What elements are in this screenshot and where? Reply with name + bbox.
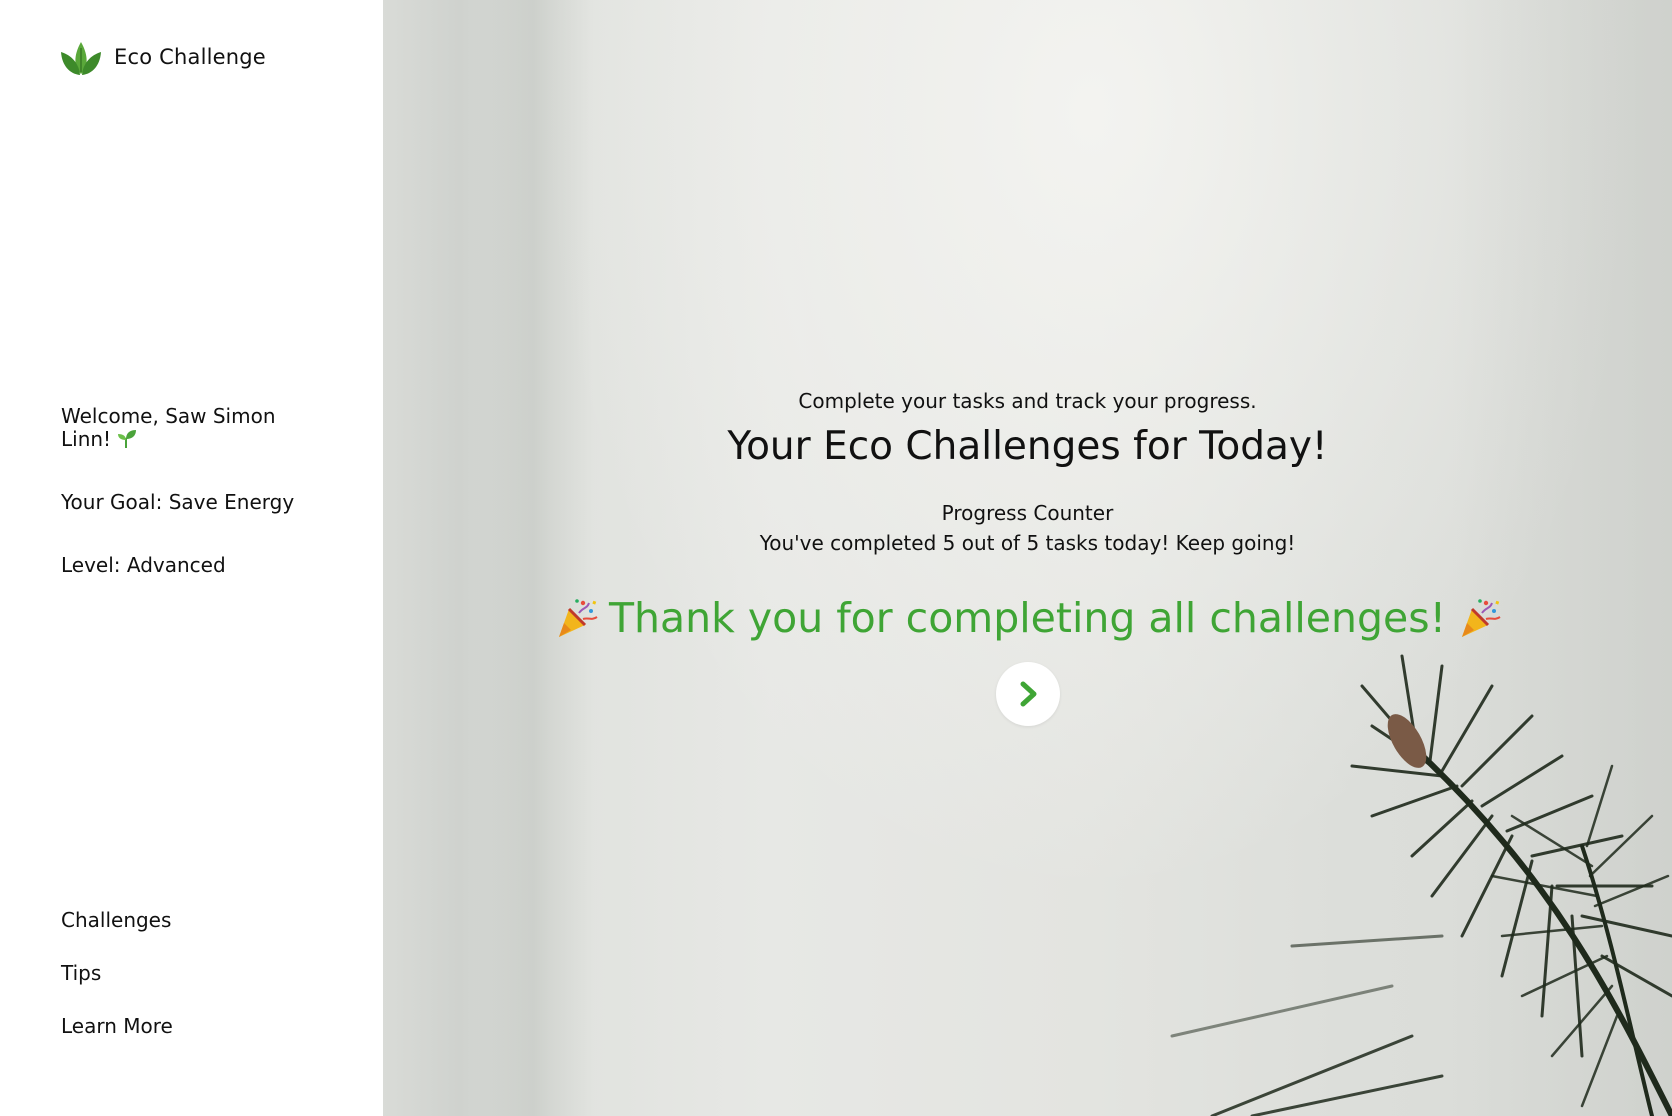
page-title: Your Eco Challenges for Today! <box>727 424 1328 469</box>
nav-item-tips[interactable]: Tips <box>61 961 173 985</box>
next-button[interactable] <box>995 662 1060 726</box>
app-root: Eco Challenge Welcome, Saw Simon Linn! Y… <box>0 0 1672 1116</box>
challenge-content: Complete your tasks and track your progr… <box>383 388 1672 726</box>
nav-item-challenges[interactable]: Challenges <box>61 908 173 932</box>
user-goal: Your Goal: Save Energy <box>61 490 295 514</box>
sidebar: Eco Challenge Welcome, Saw Simon Linn! Y… <box>0 0 383 1116</box>
seedling-icon <box>118 430 137 448</box>
progress-counter-label: Progress Counter <box>941 501 1114 525</box>
completion-text: Thank you for completing all challenges! <box>608 594 1447 642</box>
page-subtitle: Complete your tasks and track your progr… <box>798 389 1257 413</box>
welcome-text: Welcome, Saw Simon Linn! <box>61 404 276 451</box>
progress-counter-text: You've completed 5 out of 5 tasks today!… <box>759 531 1296 555</box>
brand-name: Eco Challenge <box>114 45 266 69</box>
party-popper-icon <box>558 599 598 637</box>
sidebar-nav: Challenges Tips Learn More <box>61 908 173 1067</box>
welcome-message: Welcome, Saw Simon Linn! <box>61 405 321 450</box>
leaves-icon <box>61 42 101 75</box>
user-info: Welcome, Saw Simon Linn! Your Goal: Save… <box>61 405 321 576</box>
brand[interactable]: Eco Challenge <box>60 38 266 76</box>
nav-item-learn-more[interactable]: Learn More <box>61 1014 173 1038</box>
user-level: Level: Advanced <box>61 553 226 577</box>
chevron-right-icon <box>1020 681 1036 707</box>
main-panel: Complete your tasks and track your progr… <box>383 0 1672 1116</box>
party-popper-icon <box>1462 599 1501 637</box>
completion-message: Thank you for completing all challenges! <box>383 592 1672 644</box>
